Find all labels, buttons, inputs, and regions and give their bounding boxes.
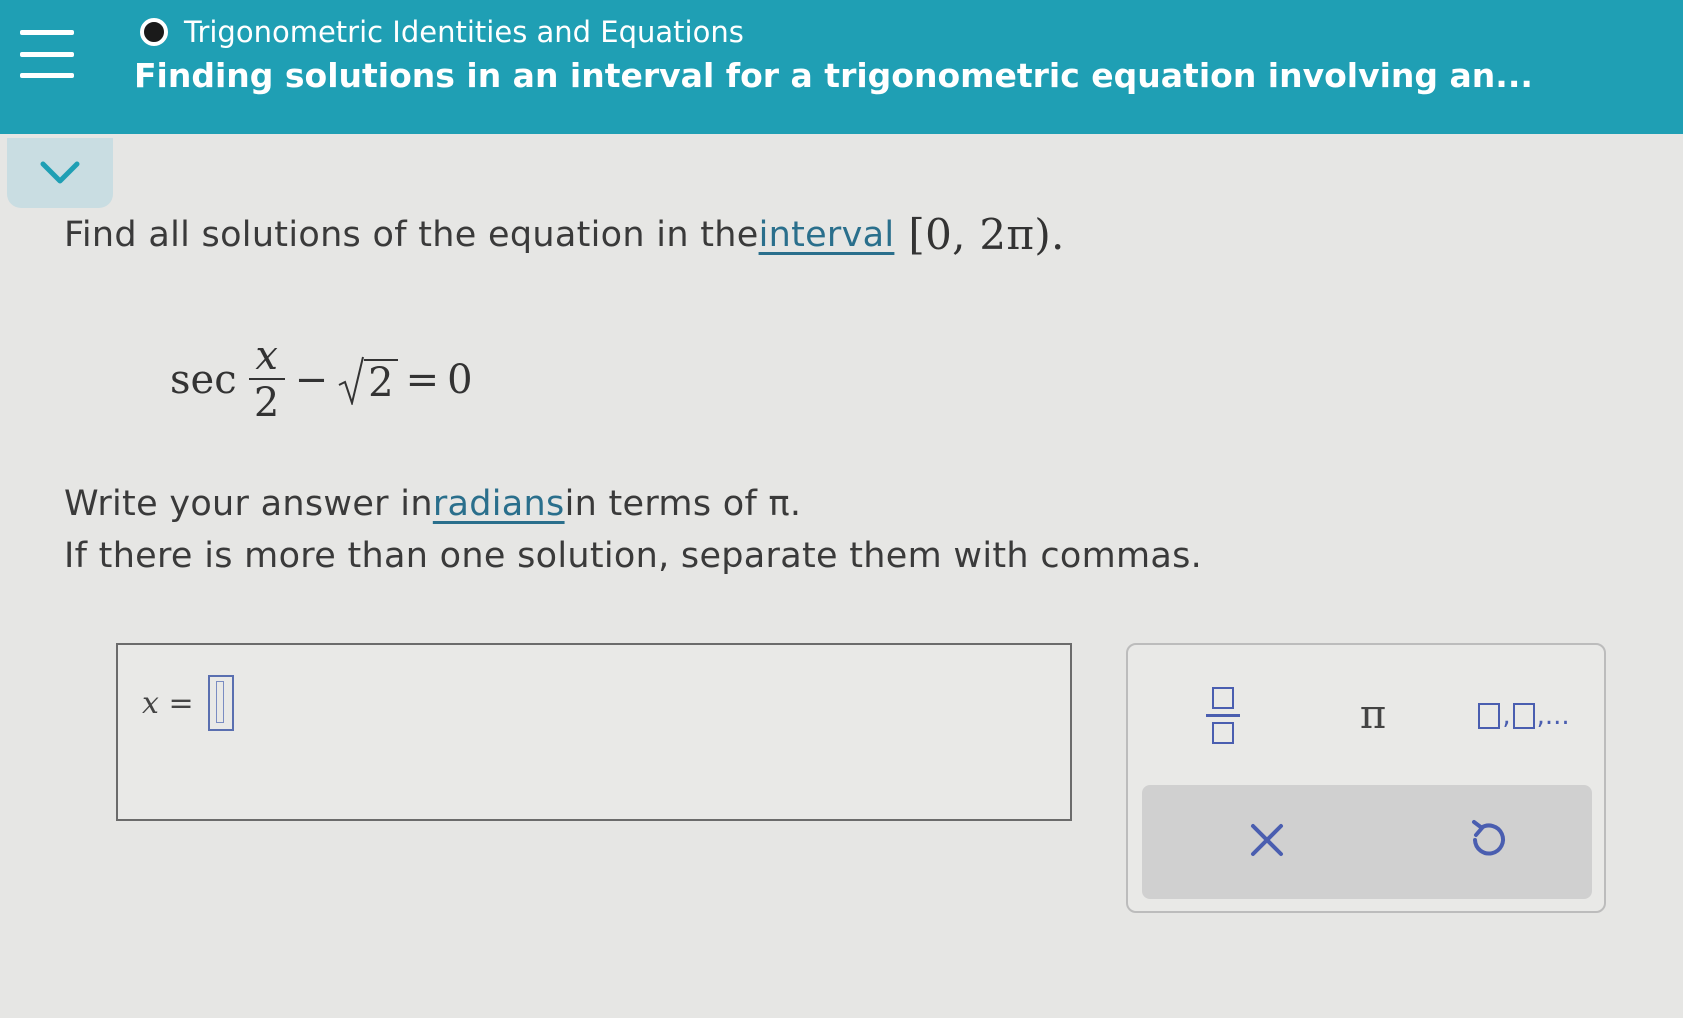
radicand: 2 bbox=[364, 359, 398, 405]
problem-line1-text: Find all solutions of the equation in th… bbox=[64, 214, 759, 255]
radians-link[interactable]: radians bbox=[433, 484, 565, 524]
list-box-icon bbox=[1512, 703, 1535, 729]
chevron-down-icon bbox=[40, 161, 80, 184]
fraction-bar-icon bbox=[1206, 713, 1240, 717]
equation-minus: − bbox=[294, 357, 329, 403]
equation-fraction: x 2 bbox=[248, 333, 285, 426]
interval-link[interactable]: interval bbox=[759, 215, 895, 255]
list-ellipsis: ,... bbox=[1536, 701, 1570, 731]
close-icon bbox=[1251, 824, 1283, 856]
numerator-box-icon bbox=[1212, 686, 1234, 709]
list-button[interactable]: , ,... bbox=[1468, 689, 1578, 743]
fraction-numerator: x bbox=[255, 333, 278, 379]
topic-row: Trigonometric Identities and Equations bbox=[140, 12, 744, 52]
answer-area[interactable]: x = bbox=[116, 643, 1072, 821]
progress-dot-icon bbox=[140, 18, 168, 46]
instruction-prefix: Write your answer in bbox=[64, 484, 433, 524]
undo-button[interactable] bbox=[1452, 805, 1522, 875]
fraction-button[interactable] bbox=[1188, 675, 1258, 755]
top-header: Trigonometric Identities and Equations F… bbox=[0, 0, 1683, 134]
answer-variable: x = bbox=[142, 685, 194, 721]
undo-icon bbox=[1472, 820, 1505, 856]
fraction-denominator: 2 bbox=[253, 380, 280, 426]
topic-title: Trigonometric Identities and Equations bbox=[184, 15, 744, 49]
hamburger-menu-icon[interactable] bbox=[20, 30, 74, 78]
clear-button[interactable] bbox=[1232, 805, 1302, 875]
answer-input[interactable] bbox=[207, 675, 234, 731]
separator-instruction: If there is more than one solution, sepa… bbox=[64, 536, 1203, 576]
instruction-line: Write your answer in radians in terms of… bbox=[64, 484, 801, 524]
square-root: 2 bbox=[338, 355, 398, 405]
math-keypad: π , ,... bbox=[1126, 643, 1606, 913]
answer-label: x = bbox=[142, 675, 234, 731]
radical-sign-icon bbox=[338, 356, 365, 405]
keypad-actions bbox=[1142, 785, 1592, 899]
instruction-suffix: in terms of π. bbox=[564, 484, 802, 524]
pi-button[interactable]: π bbox=[1338, 685, 1408, 745]
equation: sec x 2 − 2 = 0 bbox=[170, 320, 473, 440]
equation-func: sec bbox=[170, 357, 237, 403]
page-title: Finding solutions in an interval for a t… bbox=[134, 56, 1533, 95]
collapse-header-button[interactable] bbox=[7, 138, 113, 208]
list-box-icon bbox=[1478, 703, 1501, 729]
list-separator: , bbox=[1502, 701, 1511, 731]
equation-rhs: 0 bbox=[447, 357, 473, 403]
interval-math: [0, 2π). bbox=[908, 210, 1065, 259]
denominator-box-icon bbox=[1212, 721, 1234, 744]
equation-equals: = bbox=[405, 357, 440, 403]
problem-statement: Find all solutions of the equation in th… bbox=[64, 210, 1065, 259]
